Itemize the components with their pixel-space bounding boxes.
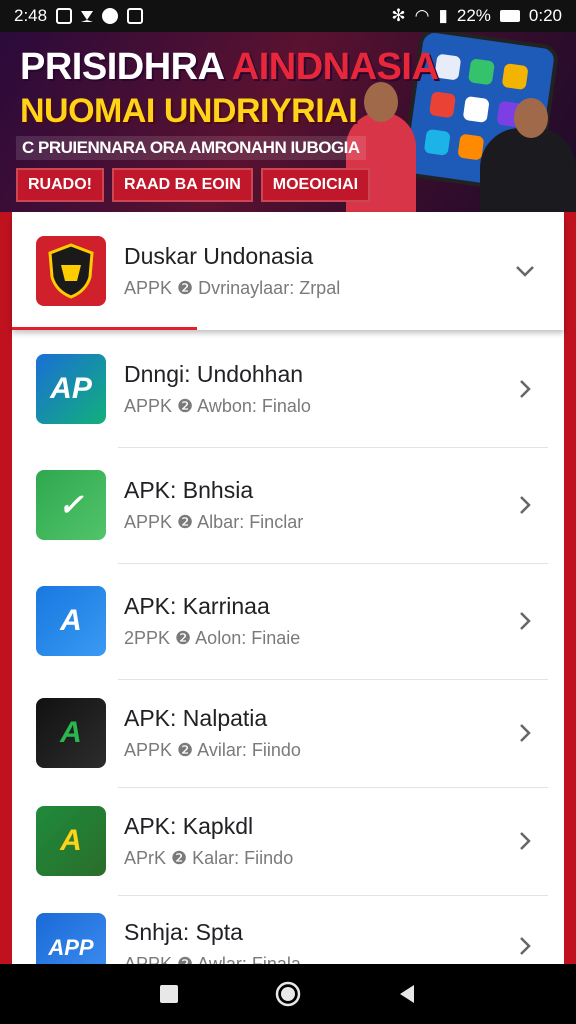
signal-icon: ▮ [438,6,448,25]
system-nav-bar [0,964,576,1024]
app-icon-green-check: ✓ [36,470,106,540]
chevron-right-icon[interactable] [514,494,536,516]
banner-tags: RUADO! RAAD BA EOIN MOEOICIAI [16,168,371,202]
app-title: Duskar Undonasia [124,243,314,269]
divider [118,563,548,564]
phone-tile [423,128,451,156]
app-icon-text: A [60,824,82,857]
banner-subheadline: NUOMAI UNDRIYRIAI [20,92,358,130]
promo-banner[interactable]: PRISIDHRA AINDNASIA NUOMAI UNDRIYRIAI C … [0,32,576,222]
chevron-right-icon[interactable] [514,722,536,744]
app-title: APK: Nalpatia [124,705,268,731]
phone-tile [501,63,529,91]
app-subtitle: 2PPK ❷ Aolon: Finaie [124,628,301,648]
phone-tile [462,95,490,124]
app-text: Snhja: Spta APPK ❷ Awlar: Finala [124,919,514,964]
app-list-item[interactable]: A APK: Karrinaa 2PPK ❷ Aolon: Finaie [12,563,564,679]
banner-headline: PRISIDHRA AINDNASIA [20,46,439,89]
app-list-item[interactable]: ✓ APK: Bnhsia APPK ❷ Albar: Finclar [12,447,564,563]
app-list-item[interactable]: A APK: Nalpatia APPK ❷ Avilar: Fiindo [12,679,564,787]
screenshot-icon [56,8,73,24]
app-subtitle: APPK ❷ Awlar: Finala [124,954,301,964]
app-list-item-expanded[interactable]: Duskar Undonasia APPK ❷ Dvrinaylaar: Zrp… [12,212,564,330]
bluetooth-icon: ✻ [391,6,406,25]
chevron-right-icon[interactable] [514,830,536,852]
app-text: APK: Nalpatia APPK ❷ Avilar: Fiindo [124,705,514,761]
status-bar: 2:48 ✻ ◠ ▮ 22% 0:20 [0,0,576,32]
app-text: APK: Kapkdl APrK ❷ Kalar: Fiindo [124,813,514,869]
square-icon [160,985,179,1003]
divider [118,787,548,788]
back-button[interactable] [392,979,422,1009]
app-title: APK: Bnhsia [124,477,254,503]
status-time: 2:48 [14,6,48,25]
app-subtitle: APPK ❷ Avilar: Fiindo [124,740,301,760]
back-triangle-icon [399,985,414,1003]
app-title: APK: Karrinaa [124,593,270,619]
home-button[interactable] [273,979,303,1009]
app-icon-green-a: A [36,806,106,876]
app-subtitle: APPK ❷ Awbon: Finalo [124,395,311,416]
chevron-right-icon[interactable] [514,935,536,957]
app-text: Dnngi: Undohhan APPK ❷ Awbon: Finalo [124,361,514,417]
status-left: 2:48 [14,6,144,26]
divider [118,447,548,448]
app-icon-text: AP [50,371,92,405]
loading-progress-bar [12,327,197,330]
app-subtitle: APrK ❷ Kalar: Fiindo [124,848,294,868]
app-list-item[interactable]: AP Dnngi: Undohhan APPK ❷ Awbon: Finalo [12,330,564,447]
recents-button[interactable] [154,979,184,1009]
image-icon [127,8,144,24]
phone-tile [457,133,485,161]
banner-headline-white: PRISIDHRA [20,46,232,88]
app-icon-blue-a: A [36,586,106,656]
app-icon-text: A [60,716,82,749]
app-text: Duskar Undonasia APPK ❷ Dvrinaylaar: Zrp… [124,243,514,299]
wifi-icon: ◠ [414,6,430,25]
divider [118,679,548,680]
banner-tag[interactable]: MOEOICIAI [260,168,371,202]
phone-tile [467,58,496,86]
app-icon-text: A [60,604,82,637]
app-subtitle: APPK ❷ Albar: Finclar [124,512,304,532]
app-icon-text: APP [48,935,94,960]
app-list-item[interactable]: APP Snhja: Spta APPK ❷ Awlar: Finala [12,895,564,964]
chevron-down-icon[interactable] [514,260,536,282]
shield-icon [36,236,106,306]
battery-percent: 22% [456,6,491,25]
status-clock-right: 0:20 [528,6,562,25]
battery-icon [499,10,520,22]
divider [118,895,548,896]
app-list-item[interactable]: A APK: Kapkdl APrK ❷ Kalar: Fiindo [12,787,564,895]
app-icon-black-a: A [36,698,106,768]
app-title: APK: Kapkdl [124,813,254,839]
phone-tile [428,91,457,119]
app-text: APK: Bnhsia APPK ❷ Albar: Finclar [124,477,514,533]
presenter-head [514,98,548,138]
download-icon [81,10,94,22]
app-title: Snhja: Spta [124,919,243,945]
banner-headline-red: AINDNASIA [231,46,439,88]
app-icon-blue-app: APP [36,913,106,964]
banner-caption: C PRUIENNARA ORA AMRONAHN IUBOGIA [16,136,366,160]
status-right: ✻ ◠ ▮ 22% 0:20 [391,6,562,26]
app-text: APK: Karrinaa 2PPK ❷ Aolon: Finaie [124,593,514,649]
chevron-right-icon[interactable] [514,378,536,400]
chevron-right-icon[interactable] [514,610,536,632]
app-title: Dnngi: Undohhan [124,360,304,387]
circle-icon [275,981,301,1007]
app-notification-icon [102,8,119,24]
banner-tag[interactable]: RAAD BA EOIN [112,168,253,202]
app-subtitle: APPK ❷ Dvrinaylaar: Zrpal [124,278,341,298]
app-icon-text: ✓ [58,488,84,522]
banner-tag[interactable]: RUADO! [16,168,104,202]
presenter-black-shirt [480,98,576,222]
app-icon-blue-ap: AP [36,353,106,424]
